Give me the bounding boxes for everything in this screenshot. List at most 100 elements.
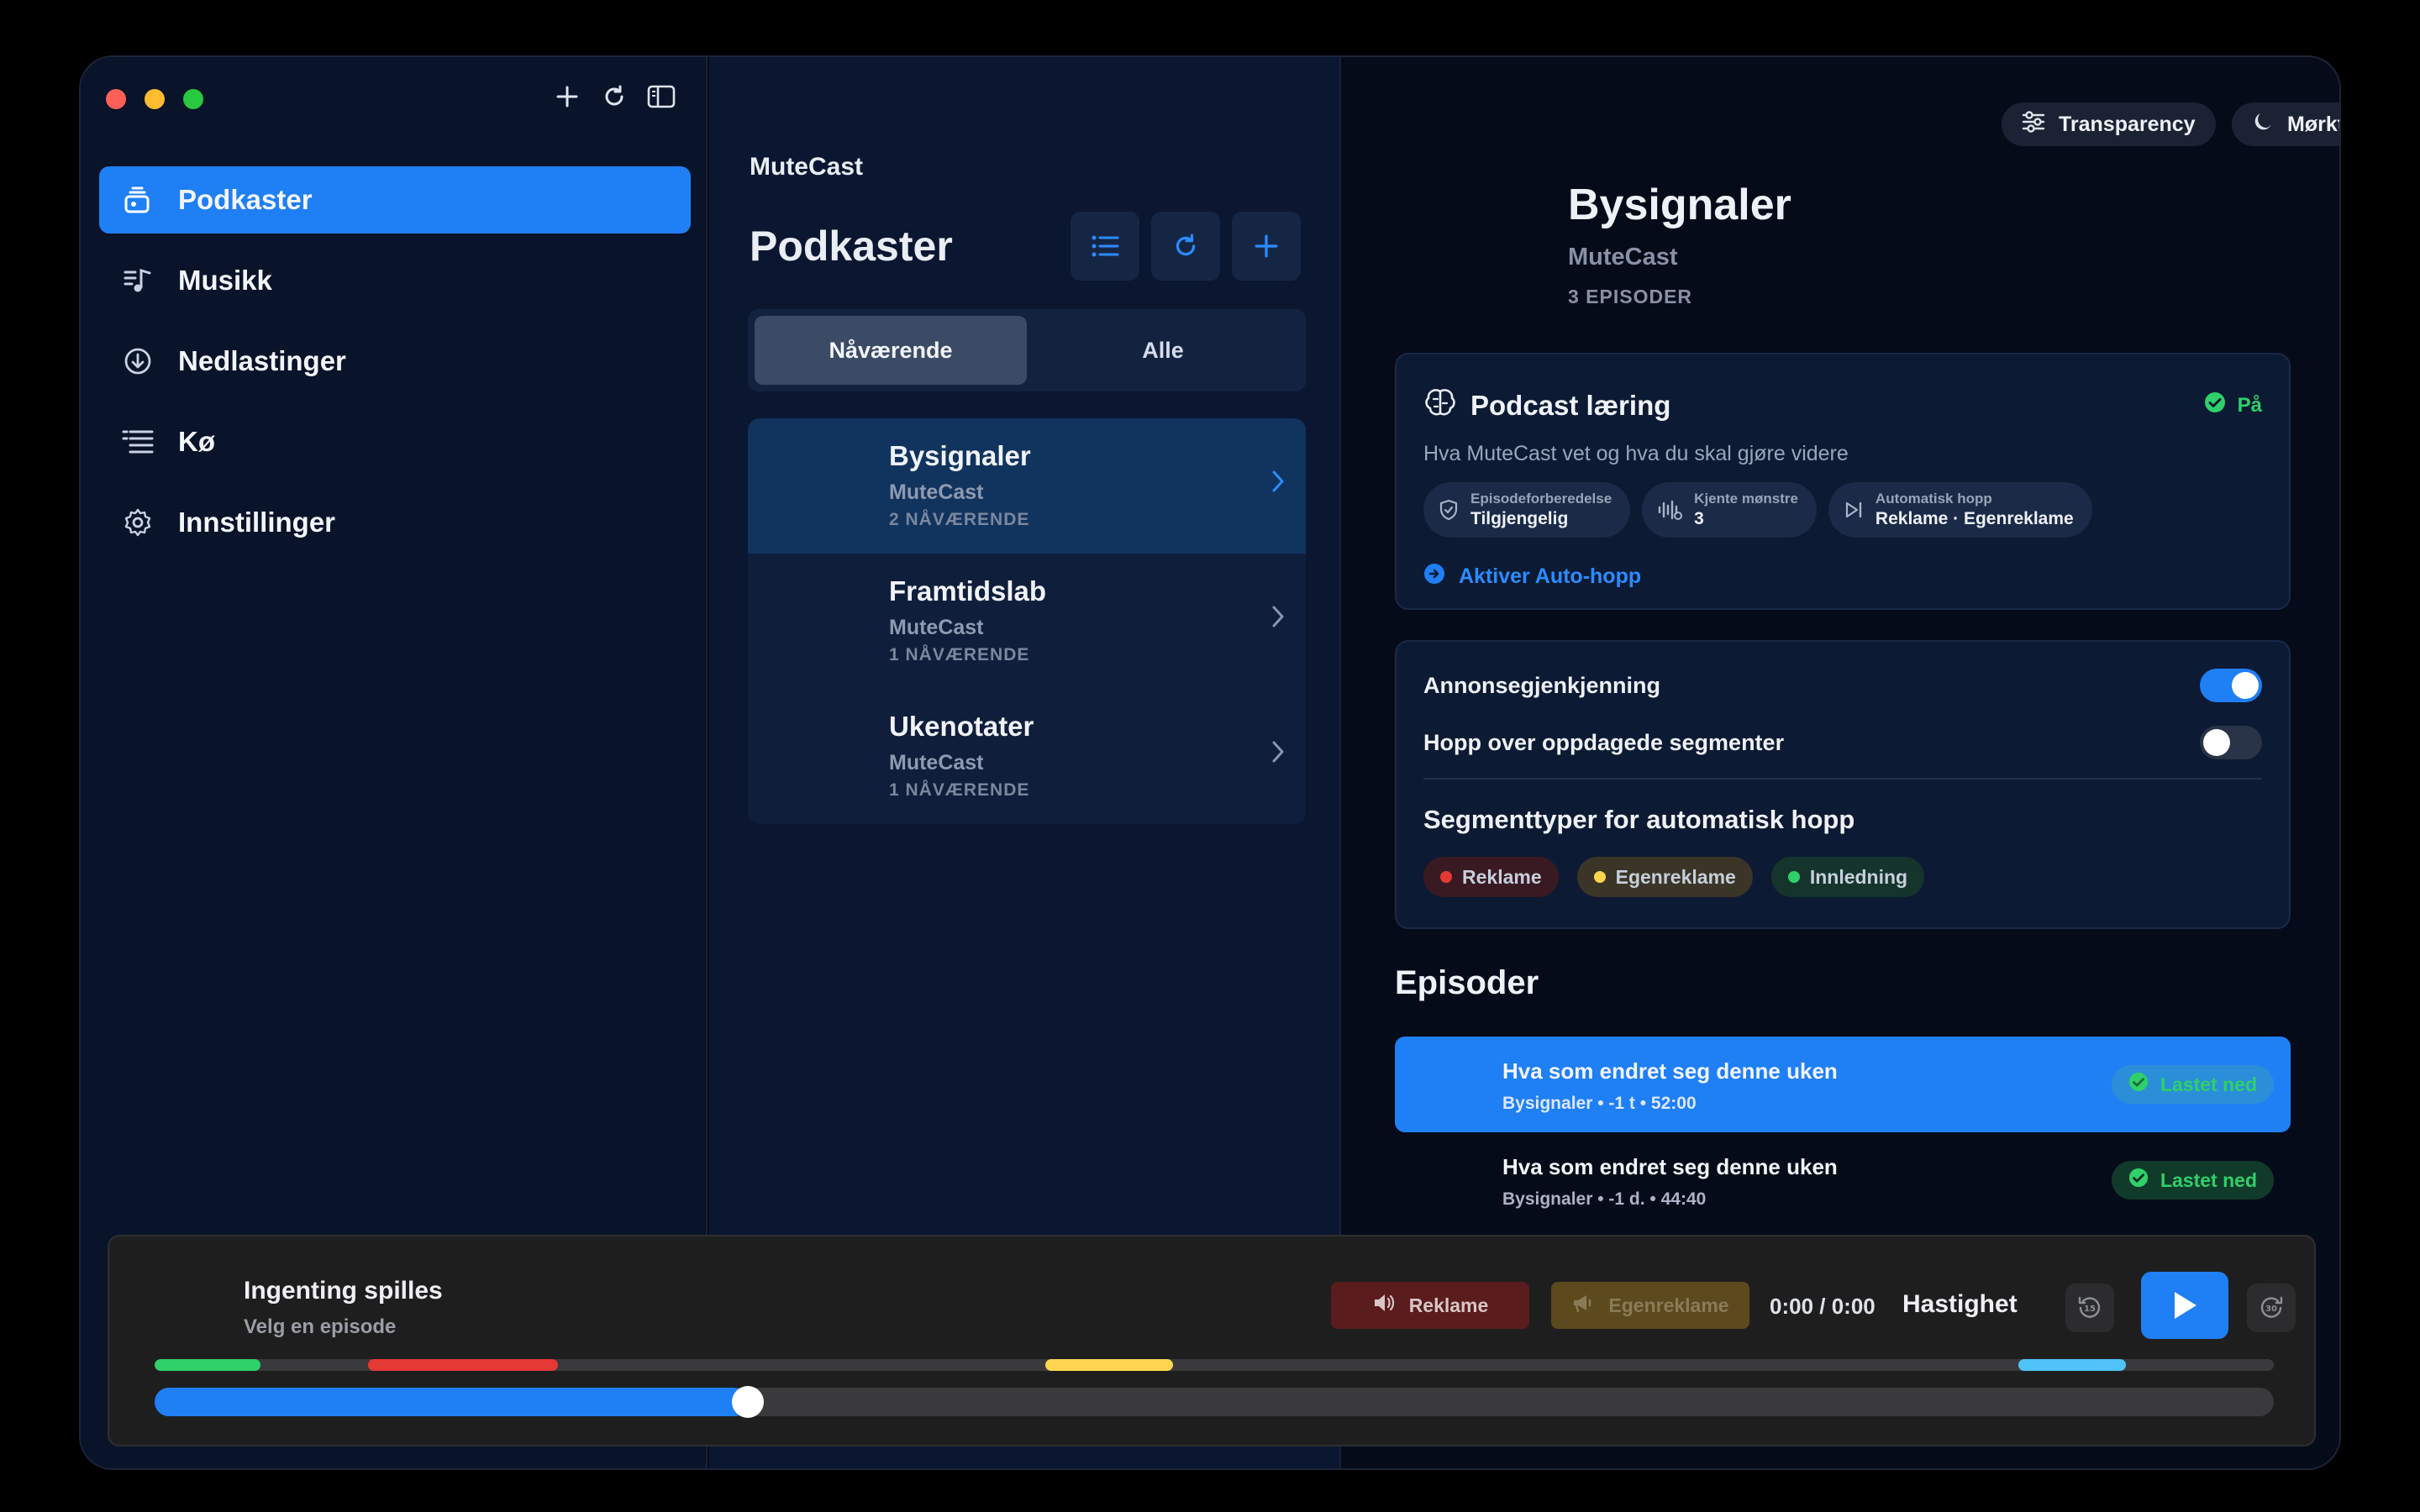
episode-row[interactable]: Hva som endret seg denne uken Bysignaler… [1395, 1132, 2291, 1228]
add-podcast-button[interactable] [1232, 212, 1301, 281]
progress-slider[interactable] [155, 1386, 2274, 1418]
filter-segmented-control: Nåværende Alle [748, 309, 1306, 391]
add-icon [1255, 234, 1278, 258]
sidebar-item-podcasts[interactable]: Podkaster [99, 166, 691, 234]
podcast-title: Bysignaler [1568, 181, 1791, 229]
tab-all[interactable]: Alle [1027, 316, 1299, 385]
skip-settings-card: Annonsegjenkjenning Hopp over oppdagede … [1395, 640, 2291, 929]
check-circle-icon [2204, 391, 2226, 419]
skip-forward-button[interactable]: 30 [2247, 1284, 2296, 1332]
theme-label: Mørkt [2287, 112, 2341, 136]
list-item[interactable]: Framtidslab MuteCast 1 NÅVÆRENDE [748, 554, 1306, 689]
chip-label: Kjente mønstre [1694, 491, 1798, 507]
podcast-title: Bysignaler [889, 440, 1031, 471]
sidebar-item-music[interactable]: Musikk [99, 247, 691, 314]
podcast-count: 1 NÅVÆRENDE [889, 780, 1030, 800]
add-icon[interactable] [553, 82, 581, 111]
downloaded-badge: Lastet ned [2111, 1065, 2274, 1104]
playback-time: 0:00 / 0:00 [1770, 1294, 1876, 1319]
tag-promo[interactable]: Egenreklame [1576, 857, 1753, 897]
sidebar-item-label: Kø [178, 426, 215, 457]
learning-status: På [2204, 391, 2262, 419]
minimize-window-button[interactable] [145, 89, 165, 109]
podcast-author: MuteCast [1568, 244, 1678, 270]
sidebar-item-queue[interactable]: Kø [99, 408, 691, 475]
skip-back-button[interactable]: 15 [2065, 1284, 2114, 1332]
megaphone-icon [1571, 1293, 1595, 1318]
sidebar-item-label: Podkaster [178, 184, 313, 215]
activate-auto-skip-link[interactable]: Aktiver Auto-hopp [1423, 563, 1641, 591]
theme-button[interactable]: Mørkt [2232, 102, 2341, 146]
episode-title: Hva som endret seg denne uken [1502, 1058, 1838, 1084]
now-playing-title: Ingenting spilles [244, 1277, 443, 1305]
refresh-icon[interactable] [600, 82, 629, 111]
skip-promo-button[interactable]: Egenreklame [1551, 1282, 1749, 1329]
list-view-button[interactable] [1071, 212, 1139, 281]
skip-segments-row: Hopp over oppdagede segmenter [1423, 726, 2262, 759]
learning-status-label: På [2237, 393, 2262, 417]
promo-segment [1045, 1359, 1173, 1371]
refresh-button[interactable] [1151, 212, 1220, 281]
check-circle-icon [2128, 1168, 2149, 1193]
waveform-icon [1657, 499, 1683, 521]
tag-label: Innledning [1809, 865, 1908, 888]
ad-dot [1440, 871, 1452, 883]
now-playing-bar: Ingenting spilles Velg en episode Reklam… [108, 1235, 2316, 1446]
sidebar-item-downloads[interactable]: Nedlastinger [99, 328, 691, 395]
auto-skip-chip: Automatisk hopp Reklame · Egenreklame [1828, 482, 2092, 538]
transparency-label: Transparency [2059, 112, 2196, 136]
learning-title: Podcast læring [1470, 389, 1671, 421]
play-button[interactable] [2141, 1272, 2228, 1339]
episode-row[interactable]: Hva som endret seg denne uken Bysignaler… [1395, 1037, 2291, 1132]
music-icon [121, 264, 155, 297]
learning-header: Podcast læring [1423, 386, 1670, 424]
promo-dot [1593, 871, 1606, 883]
zoom-window-button[interactable] [183, 89, 203, 109]
chip-label: Automatisk hopp [1875, 491, 1992, 507]
skip-back-seconds: 15 [2084, 1305, 2096, 1314]
tag-intro[interactable]: Innledning [1770, 857, 1925, 897]
close-window-button[interactable] [106, 89, 126, 109]
skip-segments-toggle[interactable] [2200, 726, 2262, 759]
skip-segments-label: Hopp over oppdagede segmenter [1423, 729, 1785, 755]
podcast-title: Framtidslab [889, 575, 1047, 606]
activate-label: Aktiver Auto-hopp [1459, 564, 1642, 588]
episode-meta: Bysignaler • -1 t • 52:00 [1502, 1094, 1697, 1113]
sidebar-nav: Podkaster Musikk Nedlastinger Kø Innstil… [99, 166, 691, 570]
skip-ad-button[interactable]: Reklame [1331, 1282, 1529, 1329]
now-playing-subtitle: Velg en episode [244, 1315, 397, 1338]
transparency-button[interactable]: Transparency [2002, 102, 2216, 146]
list-toolbar [1071, 212, 1301, 281]
podcast-count: 1 NÅVÆRENDE [889, 645, 1030, 664]
shield-check-icon [1439, 499, 1459, 521]
skip-forward-seconds: 30 [2265, 1305, 2277, 1314]
sliders-icon [2022, 110, 2045, 139]
page-title: Podkaster [750, 223, 953, 270]
skip-forward-30-icon: 30 [2260, 1296, 2283, 1318]
sidebar-item-settings[interactable]: Innstillinger [99, 489, 691, 556]
list-item[interactable]: Bysignaler MuteCast 2 NÅVÆRENDE [748, 418, 1306, 554]
episodes-heading: Episoder [1395, 964, 1539, 1001]
podcast-author: MuteCast [889, 751, 984, 774]
sidebar-item-label: Nedlastinger [178, 345, 346, 376]
sidebar-toggle-icon[interactable] [647, 82, 676, 111]
progress-knob[interactable] [732, 1386, 764, 1418]
list-item[interactable]: Ukenotater MuteCast 1 NÅVÆRENDE [748, 689, 1306, 824]
ad-detection-toggle[interactable] [2200, 669, 2262, 702]
tab-current[interactable]: Nåværende [755, 316, 1027, 385]
app-label: MuteCast [750, 153, 864, 181]
segment-type-tags: Reklame Egenreklame Innledning [1423, 857, 1925, 897]
segment-types-title: Segmenttyper for automatisk hopp [1423, 805, 1855, 834]
brain-icon [1423, 386, 1457, 424]
tag-ad[interactable]: Reklame [1423, 857, 1559, 897]
ad-detection-label: Annonsegjenkjenning [1423, 672, 1661, 698]
downloaded-badge: Lastet ned [2111, 1161, 2274, 1200]
episode-meta: Bysignaler • -1 d. • 44:40 [1502, 1189, 1707, 1209]
speaker-icon [1372, 1293, 1396, 1318]
tag-label: Reklame [1462, 865, 1542, 888]
speed-button[interactable]: Hastighet [1902, 1290, 2018, 1319]
episode-count: 3 EPISODER [1568, 286, 1693, 307]
window-controls [106, 89, 203, 109]
chevron-right-icon [1270, 739, 1286, 769]
learning-subtitle: Hva MuteCast vet og hva du skal gjøre vi… [1423, 442, 1849, 465]
